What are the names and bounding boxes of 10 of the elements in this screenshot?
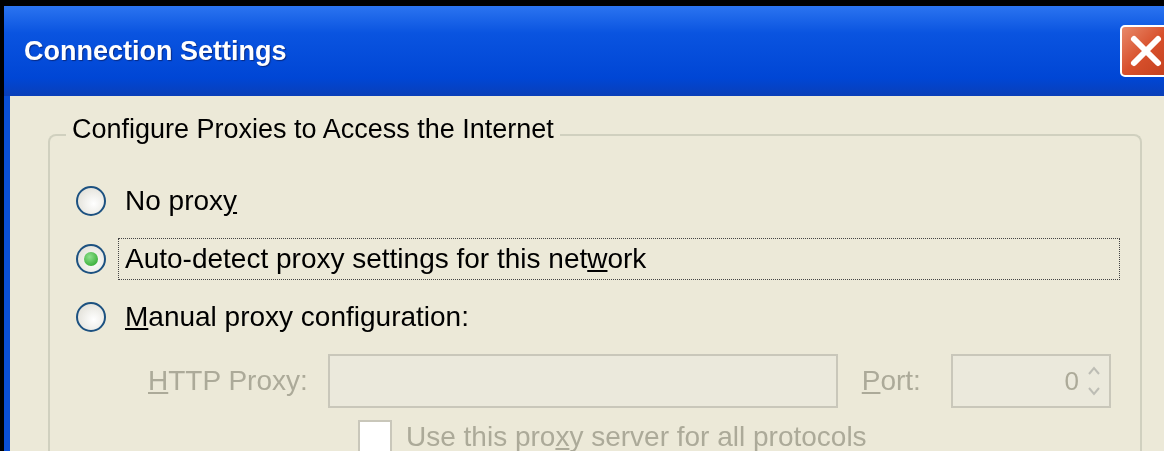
radio-button[interactable] xyxy=(76,244,106,274)
port-label: Port: xyxy=(861,365,921,397)
radio-button[interactable] xyxy=(76,186,106,216)
close-button[interactable] xyxy=(1120,25,1164,77)
radio-label[interactable]: No proxy xyxy=(118,180,245,222)
window-title: Connection Settings xyxy=(24,35,287,67)
radio-label[interactable]: Auto-detect proxy settings for this network xyxy=(118,238,1120,280)
radio-button[interactable] xyxy=(76,302,106,332)
radio-label[interactable]: Manual proxy configuration: xyxy=(118,296,476,338)
http-proxy-label: HTTP Proxy: xyxy=(148,365,308,397)
